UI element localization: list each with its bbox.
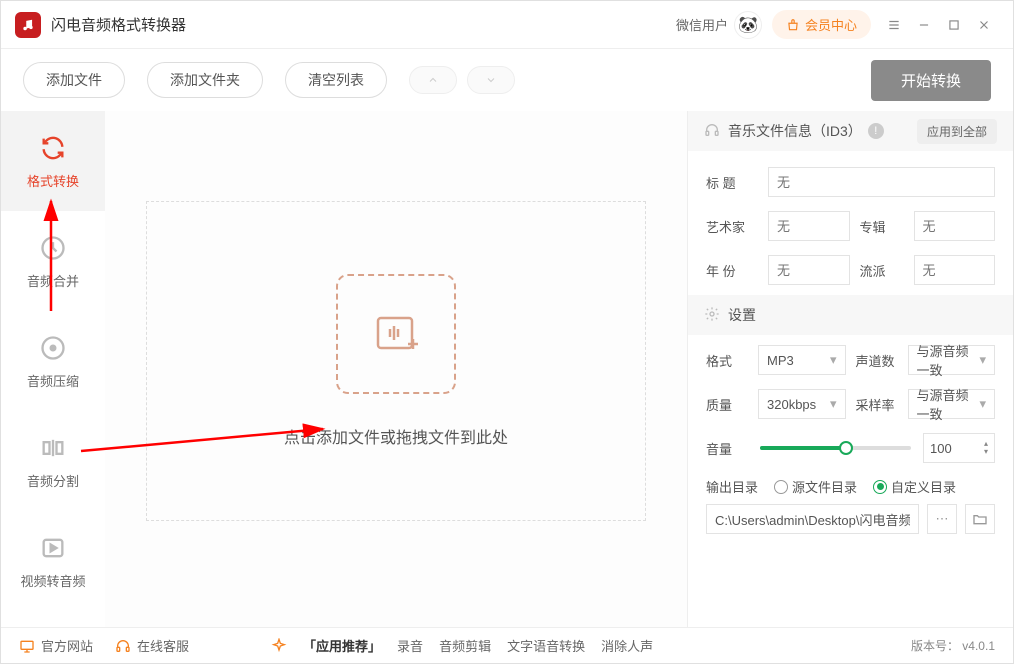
label-quality: 质量	[706, 395, 748, 414]
label-format: 格式	[706, 351, 748, 370]
sparkle-icon	[271, 638, 287, 654]
add-file-button[interactable]: 添加文件	[23, 62, 125, 98]
sidebar-item-audio-split[interactable]: 音频分割	[1, 411, 105, 511]
compress-icon	[38, 333, 68, 363]
avatar-icon: 🐼	[734, 11, 762, 39]
sidebar-item-audio-compress[interactable]: 音频压缩	[1, 311, 105, 411]
headphones-icon	[704, 122, 720, 141]
sidebar-item-label: 音频压缩	[27, 371, 79, 390]
radio-source-dir[interactable]: 源文件目录	[774, 477, 857, 496]
recommend-link[interactable]: 文字语音转换	[507, 636, 585, 655]
apply-all-button[interactable]: 应用到全部	[917, 119, 997, 144]
format-select[interactable]: MP3▾	[758, 345, 846, 375]
quality-select[interactable]: 320kbps▾	[758, 389, 846, 419]
browse-folder-button[interactable]	[965, 504, 995, 534]
recommend-title: 「应用推荐」	[303, 636, 381, 655]
official-site-link[interactable]: 官方网站	[19, 636, 93, 655]
sidebar: 格式转换 音频合并 音频压缩 音频分割 视频转音频	[1, 111, 105, 627]
genre-input[interactable]	[914, 255, 996, 285]
sidebar-item-label: 视频转音频	[20, 571, 85, 590]
artist-input[interactable]	[768, 211, 850, 241]
recommend-link[interactable]: 音频剪辑	[439, 636, 491, 655]
label-genre: 流派	[860, 261, 904, 280]
user-label: 微信用户	[676, 15, 728, 34]
add-audio-icon	[336, 274, 456, 394]
settings-panel-header: 设置	[688, 295, 1013, 335]
label-output: 输出目录	[706, 477, 758, 496]
channel-select[interactable]: 与源音频一致▾	[908, 345, 996, 375]
info-icon[interactable]: !	[868, 123, 884, 139]
gear-icon	[704, 306, 720, 325]
volume-stepper[interactable]: 100▴▾	[923, 433, 995, 463]
file-list-area: 点击添加文件或拖拽文件到此处	[105, 111, 687, 627]
refresh-icon	[38, 133, 68, 163]
drop-zone[interactable]: 点击添加文件或拖拽文件到此处	[146, 201, 646, 521]
year-input[interactable]	[768, 255, 850, 285]
start-convert-button[interactable]: 开始转换	[871, 60, 991, 101]
user-area[interactable]: 微信用户 🐼	[676, 11, 762, 39]
label-title: 标 题	[706, 173, 758, 192]
clear-list-button[interactable]: 清空列表	[285, 62, 387, 98]
sample-select[interactable]: 与源音频一致▾	[908, 389, 996, 419]
merge-icon	[38, 233, 68, 263]
volume-slider[interactable]	[760, 446, 911, 450]
sidebar-item-format-convert[interactable]: 格式转换	[1, 111, 105, 211]
label-volume: 音量	[706, 439, 748, 458]
label-album: 专辑	[860, 217, 904, 236]
expand-path-button[interactable]: ⋯	[927, 504, 957, 534]
id3-panel-header: 音乐文件信息（ID3） ! 应用到全部	[688, 111, 1013, 151]
video-icon	[38, 533, 68, 563]
recommend-link[interactable]: 录音	[397, 636, 423, 655]
next-button[interactable]	[467, 66, 515, 94]
toolbar: 添加文件 添加文件夹 清空列表 开始转换	[1, 49, 1013, 111]
app-logo-icon	[15, 12, 41, 38]
label-artist: 艺术家	[706, 217, 758, 236]
title-input[interactable]	[768, 167, 995, 197]
sidebar-item-label: 音频分割	[27, 471, 79, 490]
maximize-icon[interactable]	[939, 10, 969, 40]
online-service-link[interactable]: 在线客服	[115, 636, 189, 655]
split-icon	[38, 433, 68, 463]
label-channel: 声道数	[856, 351, 898, 370]
sidebar-item-label: 音频合并	[27, 271, 79, 290]
album-input[interactable]	[914, 211, 996, 241]
prev-button[interactable]	[409, 66, 457, 94]
version-label: 版本号： v4.0.1	[911, 637, 995, 654]
title-bar: 闪电音频格式转换器 微信用户 🐼 会员中心	[1, 1, 1013, 49]
label-sample: 采样率	[856, 395, 898, 414]
radio-custom-dir[interactable]: 自定义目录	[873, 477, 956, 496]
right-panel: 音乐文件信息（ID3） ! 应用到全部 标 题 艺术家 专辑 年 份 流派 设置…	[687, 111, 1013, 627]
sidebar-item-video-to-audio[interactable]: 视频转音频	[1, 511, 105, 611]
close-icon[interactable]	[969, 10, 999, 40]
minimize-icon[interactable]	[909, 10, 939, 40]
sidebar-item-audio-merge[interactable]: 音频合并	[1, 211, 105, 311]
sidebar-item-label: 格式转换	[27, 171, 79, 190]
recommend-link[interactable]: 消除人声	[601, 636, 653, 655]
add-folder-button[interactable]: 添加文件夹	[147, 62, 263, 98]
footer: 官方网站 在线客服 「应用推荐」 录音 音频剪辑 文字语音转换 消除人声 版本号…	[1, 627, 1013, 663]
label-year: 年 份	[706, 261, 758, 280]
app-title: 闪电音频格式转换器	[51, 14, 186, 35]
output-path-input[interactable]	[706, 504, 919, 534]
menu-icon[interactable]	[879, 10, 909, 40]
drop-zone-text: 点击添加文件或拖拽文件到此处	[284, 424, 508, 448]
vip-center-button[interactable]: 会员中心	[772, 10, 871, 39]
